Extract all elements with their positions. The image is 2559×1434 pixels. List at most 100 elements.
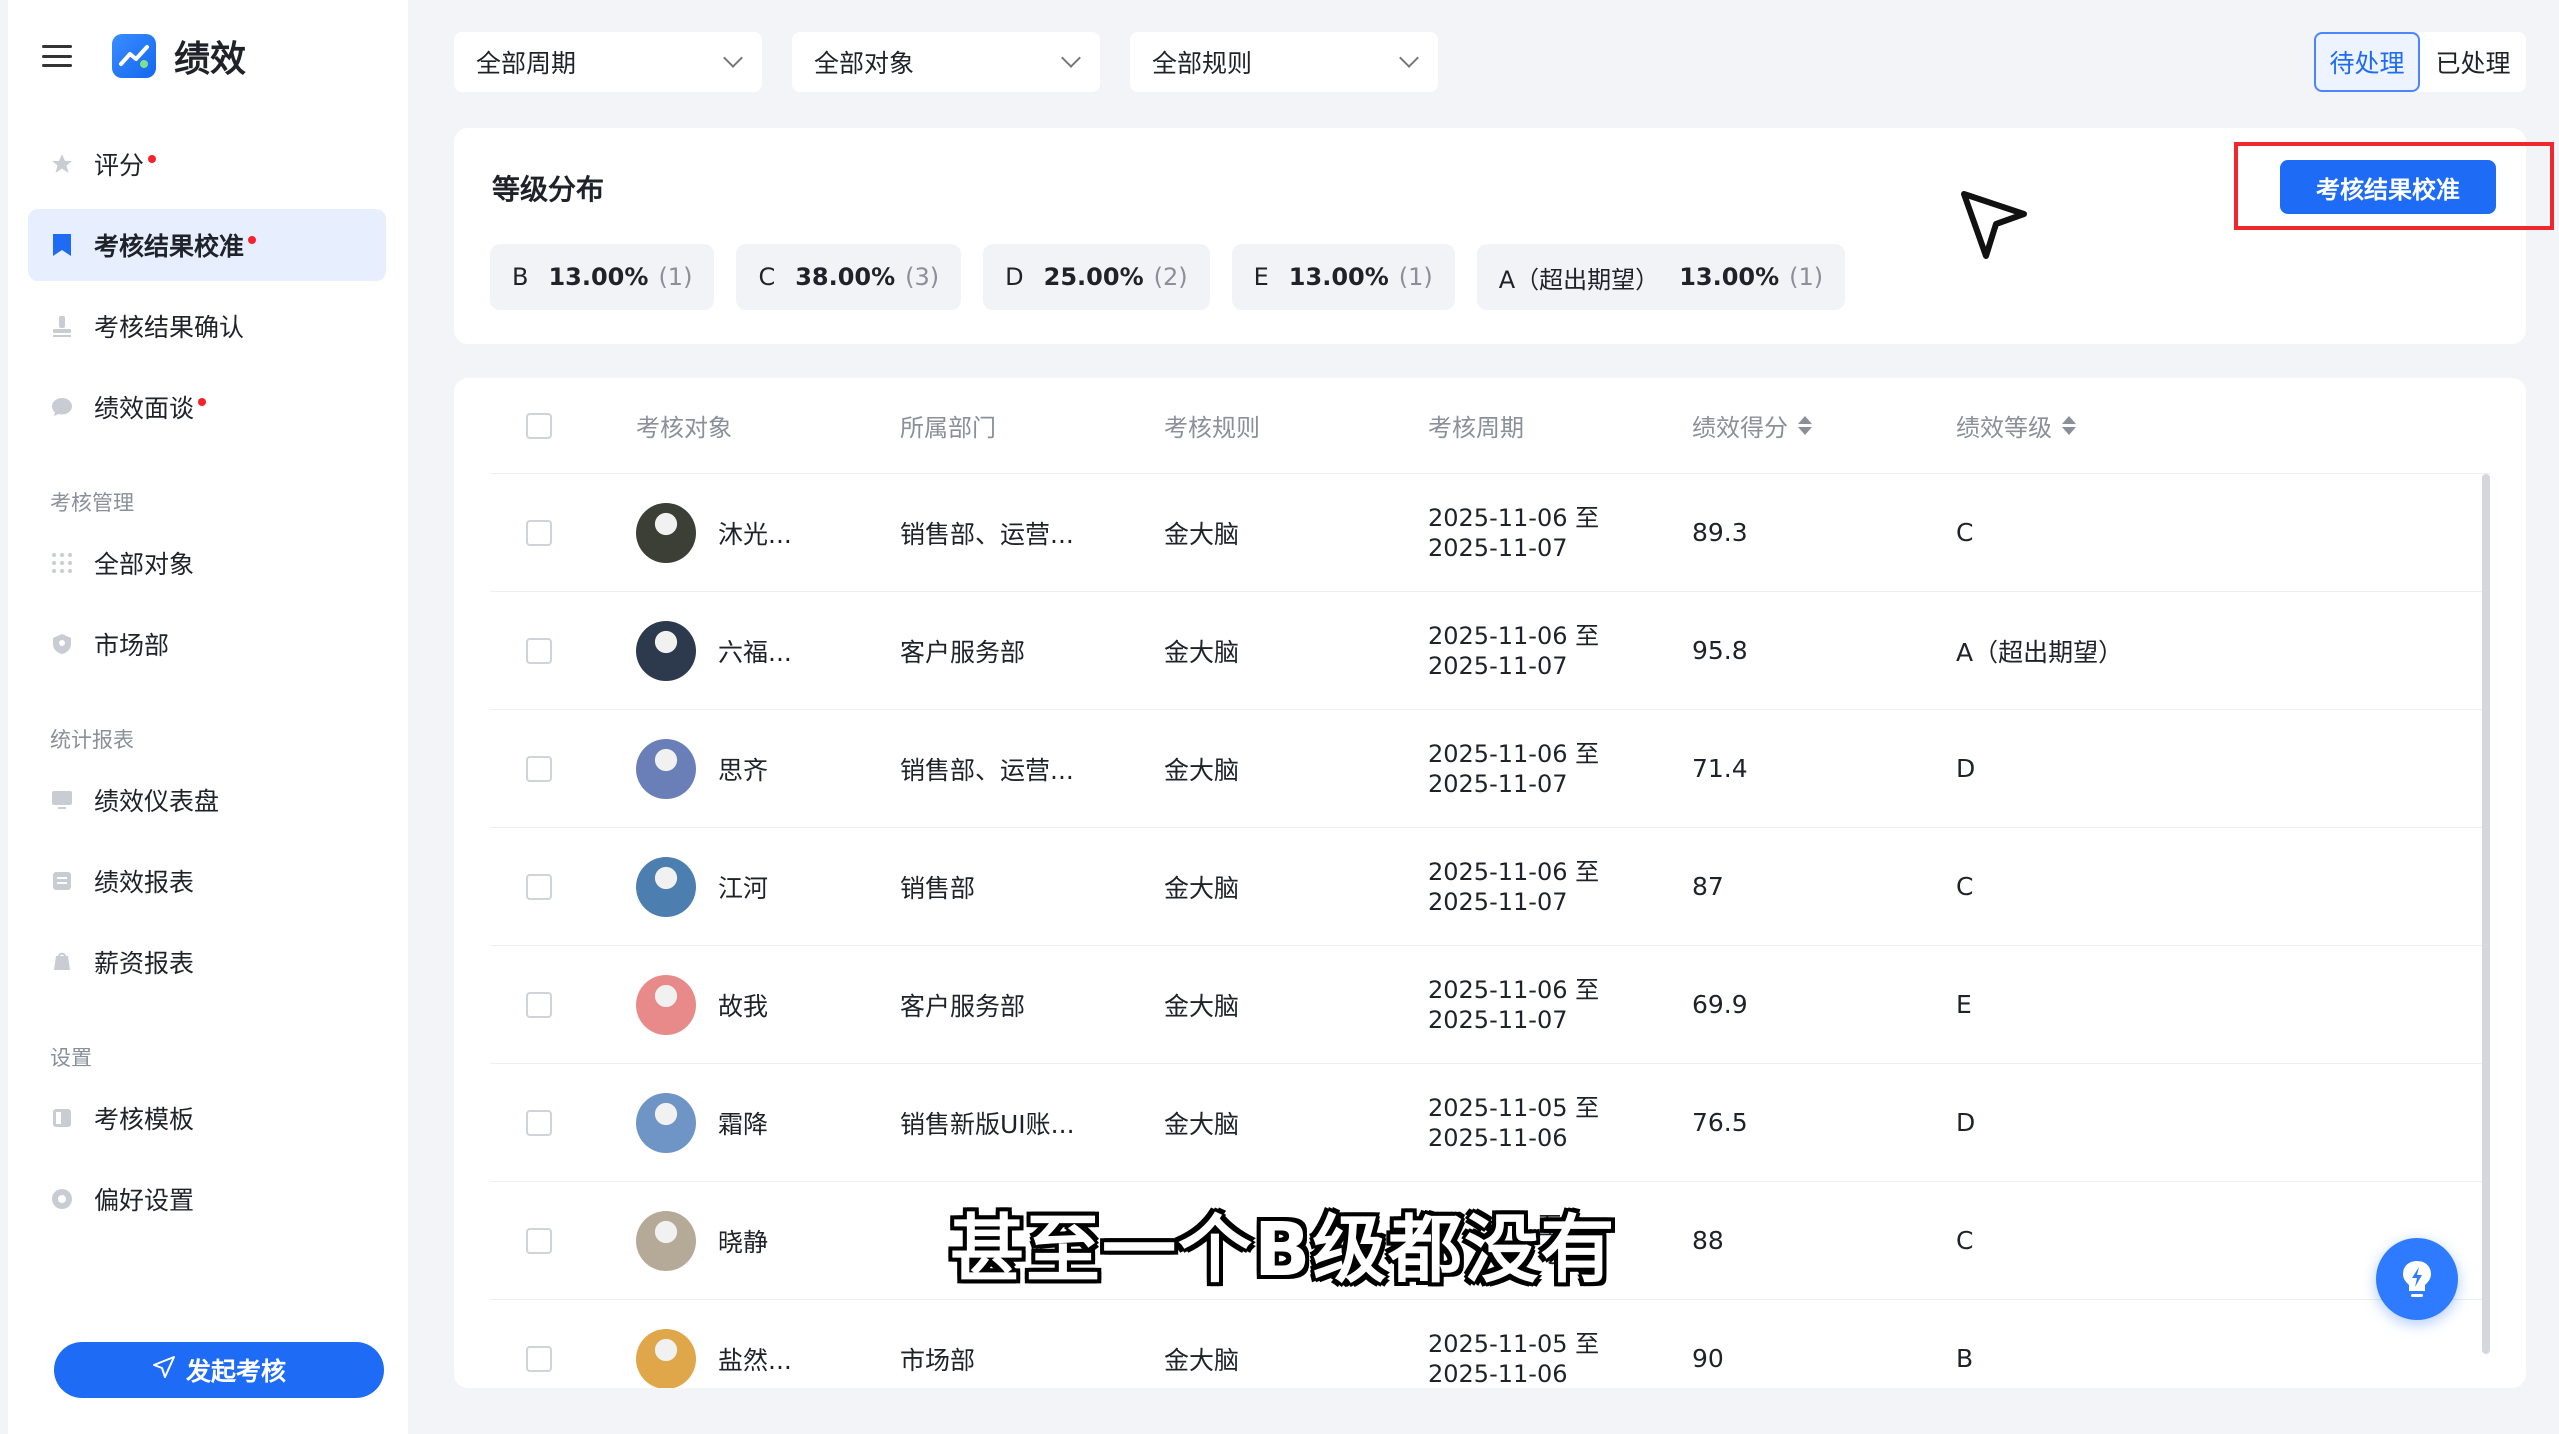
sidebar-item-preferences[interactable]: 偏好设置 bbox=[28, 1163, 386, 1235]
grade-chip-b[interactable]: B 13.00% (1) bbox=[490, 244, 715, 310]
nav-group-manage: 考核管理 bbox=[50, 491, 134, 515]
period-end: 2025-11-07 bbox=[1428, 533, 1568, 562]
video-subtitle: 甚至一个B级都没有 bbox=[950, 1207, 1617, 1293]
tab-done[interactable]: 已处理 bbox=[2420, 32, 2526, 92]
row-checkbox[interactable] bbox=[526, 755, 552, 782]
grade-chip-grade: A（超出期望） bbox=[1498, 265, 1660, 294]
header-score-label: 绩效得分 bbox=[1692, 414, 1788, 442]
row-checkbox[interactable] bbox=[526, 1345, 552, 1372]
period-select[interactable]: 全部周期 bbox=[454, 32, 762, 92]
header-grade[interactable]: 绩效等级 bbox=[1956, 408, 2316, 443]
menu-icon[interactable] bbox=[42, 45, 72, 67]
launch-review-button[interactable]: 发起考核 bbox=[54, 1342, 384, 1398]
sort-icon[interactable] bbox=[1798, 416, 1812, 435]
app-title: 绩效 bbox=[174, 39, 247, 80]
target-name[interactable]: 故我 bbox=[718, 987, 768, 1023]
target-name[interactable]: 江河 bbox=[718, 869, 768, 905]
dept-cell: 客户服务部 bbox=[900, 637, 1026, 667]
table-row[interactable]: 六福... 客户服务部 金大脑 2025-11-06 至 2025-11-07 9… bbox=[490, 592, 2490, 710]
period-select-value: 全部周期 bbox=[476, 49, 577, 78]
grade-distribution-title: 等级分布 bbox=[492, 173, 605, 206]
table-row[interactable]: 故我 客户服务部 金大脑 2025-11-06 至 2025-11-07 69.9… bbox=[490, 946, 2490, 1064]
sidebar-item-confirm[interactable]: 考核结果确认 bbox=[28, 290, 386, 362]
bookmark-icon bbox=[48, 231, 76, 259]
table-row[interactable]: 沐光... 销售部、运营... 金大脑 2025-11-06 至 2025-11-… bbox=[490, 474, 2490, 592]
rule-select[interactable]: 全部规则 bbox=[1130, 32, 1438, 92]
grade-cell: E bbox=[1956, 990, 1972, 1019]
select-all-checkbox[interactable] bbox=[526, 412, 552, 439]
row-checkbox[interactable] bbox=[526, 1227, 552, 1254]
table-header: 考核对象 所属部门 考核规则 考核周期 绩效得分 绩效等级 bbox=[490, 378, 2490, 474]
sidebar-item-all-targets[interactable]: 全部对象 bbox=[28, 527, 386, 599]
period-start: 2025-11-06 至 bbox=[1428, 975, 1600, 1004]
target-name[interactable]: 六福... bbox=[718, 633, 792, 669]
table-scrollbar[interactable] bbox=[2482, 474, 2490, 1354]
score-cell: 76.5 bbox=[1692, 1108, 1748, 1137]
grade-chip-c[interactable]: C 38.00% (3) bbox=[736, 244, 962, 310]
target-name[interactable]: 思齐 bbox=[718, 751, 768, 787]
grade-chip-count: (1) bbox=[1789, 263, 1824, 291]
row-checkbox[interactable] bbox=[526, 1109, 552, 1136]
template-icon bbox=[48, 1104, 76, 1132]
sidebar-item-interview[interactable]: 绩效面谈 bbox=[28, 371, 386, 443]
sidebar-item-salary[interactable]: 薪资报表 bbox=[28, 926, 386, 998]
rule-cell: 金大脑 bbox=[1164, 755, 1240, 785]
period-cell: 2025-11-05 至 2025-11-06 bbox=[1428, 1329, 1692, 1389]
row-checkbox[interactable] bbox=[526, 873, 552, 900]
table-row[interactable]: 盐然... 市场部 金大脑 2025-11-05 至 2025-11-06 90 … bbox=[490, 1300, 2490, 1388]
grade-chip-d[interactable]: D 25.00% (2) bbox=[983, 244, 1210, 310]
sidebar-item-calibration[interactable]: 考核结果校准 bbox=[28, 209, 386, 281]
launch-review-label: 发起考核 bbox=[185, 1357, 286, 1386]
sort-icon[interactable] bbox=[2062, 416, 2076, 435]
sidebar-item-template[interactable]: 考核模板 bbox=[28, 1082, 386, 1154]
target-name[interactable]: 盐然... bbox=[718, 1341, 792, 1377]
rule-cell: 金大脑 bbox=[1164, 637, 1240, 667]
row-checkbox[interactable] bbox=[526, 637, 552, 664]
period-cell: 2025-11-06 至 2025-11-07 bbox=[1428, 857, 1692, 917]
table-row[interactable]: 江河 销售部 金大脑 2025-11-06 至 2025-11-07 87 C bbox=[490, 828, 2490, 946]
header-score[interactable]: 绩效得分 bbox=[1692, 408, 1956, 443]
unread-dot bbox=[198, 398, 207, 406]
calibrate-results-button[interactable]: 考核结果校准 bbox=[2280, 160, 2496, 214]
dept-cell: 销售新版UI账... bbox=[900, 1109, 1075, 1139]
target-select[interactable]: 全部对象 bbox=[792, 32, 1100, 92]
status-tabs: 待处理 已处理 bbox=[2314, 32, 2526, 92]
grade-chip-a[interactable]: A（超出期望） 13.00% (1) bbox=[1476, 244, 1846, 310]
department-icon bbox=[48, 630, 76, 658]
sidebar-item-dashboard[interactable]: 绩效仪表盘 bbox=[28, 764, 386, 836]
target-name[interactable]: 沐光... bbox=[718, 515, 792, 551]
period-end: 2025-11-07 bbox=[1428, 1005, 1568, 1034]
rule-cell: 金大脑 bbox=[1164, 519, 1240, 549]
sidebar-item-score[interactable]: 评分 bbox=[28, 128, 386, 200]
period-cell: 2025-11-06 至 2025-11-07 bbox=[1428, 739, 1692, 799]
sidebar-nav: 评分 考核结果校准 考核结果确认 绩效面谈 考核管理 全部对象 市场部 统计报表 bbox=[28, 128, 386, 1244]
grade-chip-e[interactable]: E 13.00% (1) bbox=[1231, 244, 1455, 310]
row-checkbox[interactable] bbox=[526, 519, 552, 546]
sidebar-item-label: 绩效仪表盘 bbox=[94, 787, 220, 816]
grade-cell: B bbox=[1956, 1344, 1974, 1373]
grade-chip-percent: 38.00% bbox=[795, 263, 896, 291]
period-cell: 2025-11-05 至 2025-11-06 bbox=[1428, 1093, 1692, 1153]
header-grade-label: 绩效等级 bbox=[1956, 414, 2052, 442]
salary-icon bbox=[48, 948, 76, 976]
target-name[interactable]: 晓静 bbox=[718, 1223, 768, 1259]
help-button[interactable] bbox=[2376, 1238, 2458, 1320]
tab-pending[interactable]: 待处理 bbox=[2314, 32, 2420, 92]
period-start: 2025-11-05 至 bbox=[1428, 1329, 1600, 1358]
rule-cell: 金大脑 bbox=[1164, 991, 1240, 1021]
row-checkbox[interactable] bbox=[526, 991, 552, 1018]
table-row[interactable]: 霜降 销售新版UI账... 金大脑 2025-11-05 至 2025-11-06… bbox=[490, 1064, 2490, 1182]
grade-chip-percent: 13.00% bbox=[548, 263, 649, 291]
sidebar-item-report[interactable]: 绩效报表 bbox=[28, 845, 386, 917]
avatar bbox=[636, 738, 696, 799]
sidebar-item-market-dept[interactable]: 市场部 bbox=[28, 608, 386, 680]
stamp-icon bbox=[48, 312, 76, 340]
avatar bbox=[636, 1328, 696, 1388]
grade-chip-grade: D bbox=[1005, 263, 1024, 291]
table-row[interactable]: 思齐 销售部、运营... 金大脑 2025-11-06 至 2025-11-07 … bbox=[490, 710, 2490, 828]
unread-dot bbox=[248, 236, 257, 244]
period-end: 2025-11-06 bbox=[1428, 1123, 1568, 1152]
chevron-down-icon bbox=[1061, 48, 1081, 68]
target-name[interactable]: 霜降 bbox=[718, 1105, 768, 1141]
grade-chip-percent: 13.00% bbox=[1288, 263, 1389, 291]
